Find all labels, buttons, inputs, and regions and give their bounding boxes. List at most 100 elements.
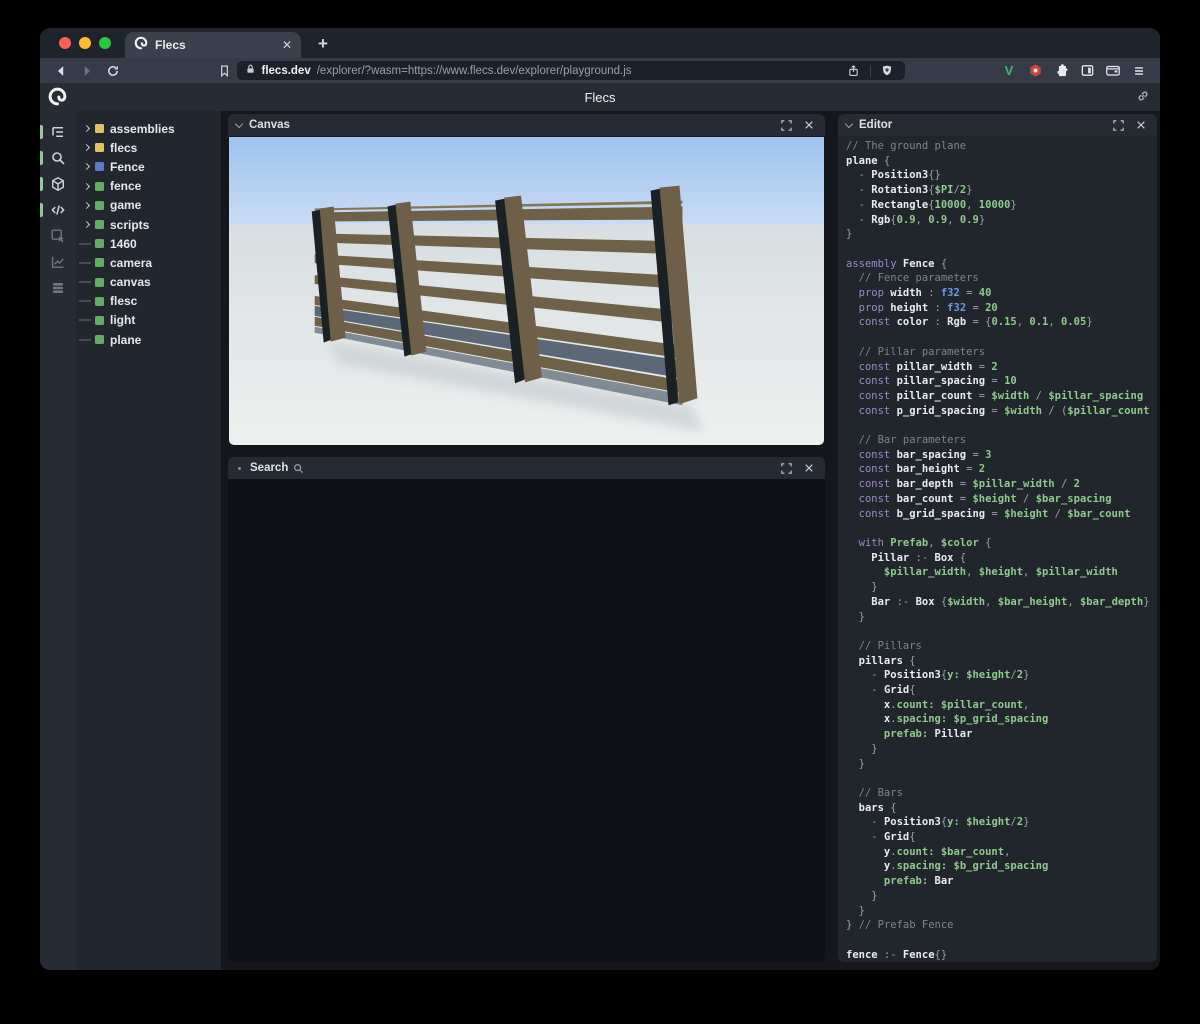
tree-item-label: flesc: [110, 294, 137, 308]
sidebar-icon-inspect[interactable]: [40, 223, 76, 249]
tree-item-plane[interactable]: plane: [80, 330, 221, 349]
tree-guide-line: [80, 281, 93, 283]
divider: [870, 65, 871, 77]
editor-panel-header[interactable]: Editor: [838, 114, 1157, 136]
tree-item-Fence[interactable]: Fence: [80, 157, 221, 176]
fence-render: [229, 137, 824, 445]
tree-item-label: light: [110, 313, 135, 327]
share-link-icon[interactable]: [1136, 89, 1150, 108]
code-line: const pillar_count = $width / $pillar_sp…: [846, 389, 1157, 404]
tree-item-label: scripts: [110, 218, 149, 232]
fullscreen-icon[interactable]: [778, 117, 794, 133]
flecs-logo-icon: [48, 87, 67, 111]
close-icon[interactable]: [801, 117, 817, 133]
expand-chevron-icon[interactable]: [80, 126, 93, 131]
new-tab-button[interactable]: +: [318, 34, 328, 54]
search-results-area[interactable]: [228, 479, 825, 962]
entity-color-swatch: [95, 316, 104, 325]
tab-favicon-flecs-icon: [134, 36, 148, 55]
sidebar-icon-code[interactable]: [40, 197, 76, 223]
code-line: // Pillars: [846, 639, 1157, 654]
code-line: // The ground plane: [846, 139, 1157, 154]
main-content: assembliesflecs Fence fencegame scripts 1460…: [40, 111, 1160, 970]
close-icon[interactable]: [801, 460, 817, 476]
tree-item-scripts[interactable]: scripts: [80, 215, 221, 234]
code-line: prop width : f32 = 40: [846, 286, 1157, 301]
canvas-3d-view[interactable]: [228, 136, 825, 446]
extension-badge-icon[interactable]: [1025, 61, 1045, 81]
code-line: prop height : f32 = 20: [846, 301, 1157, 316]
expand-chevron-icon[interactable]: [80, 222, 93, 227]
code-line: const color : Rgb = {0.15, 0.1, 0.05}: [846, 315, 1157, 330]
sidebar-icon-queries[interactable]: [40, 275, 76, 301]
tree-item-label: camera: [110, 256, 152, 270]
forward-icon[interactable]: [77, 61, 97, 81]
code-line: y.spacing: $b_grid_spacing: [846, 859, 1157, 874]
sidebar-icon-stats[interactable]: [40, 249, 76, 275]
tree-item-canvas[interactable]: canvas: [80, 273, 221, 292]
tree-item-label: Fence: [110, 160, 145, 174]
share-icon[interactable]: [844, 61, 864, 81]
expand-chevron-icon[interactable]: [80, 164, 93, 169]
search-magnifier-icon: [293, 463, 304, 474]
entity-color-swatch: [95, 297, 104, 306]
tree-item-camera[interactable]: camera: [80, 253, 221, 272]
sidebar-icon-tree-view[interactable]: [40, 119, 76, 145]
fullscreen-icon[interactable]: [778, 460, 794, 476]
code-line: y.count: $bar_count,: [846, 845, 1157, 860]
code-line: [846, 521, 1157, 536]
back-icon[interactable]: [51, 61, 71, 81]
bookmark-icon[interactable]: [218, 64, 231, 78]
expand-chevron-icon[interactable]: [80, 184, 93, 189]
collapse-dot-icon[interactable]: [238, 467, 241, 470]
tree-item-flesc[interactable]: flesc: [80, 292, 221, 311]
tree-item-assemblies[interactable]: assemblies: [80, 119, 221, 138]
canvas-panel-header[interactable]: Canvas: [228, 114, 825, 136]
browser-tab[interactable]: Flecs ✕: [125, 32, 301, 58]
code-line: [846, 771, 1157, 786]
code-area[interactable]: // The ground planeplane { - Position3{}…: [838, 136, 1157, 962]
tree-item-fence[interactable]: fence: [80, 177, 221, 196]
code-line: const b_grid_spacing = $height / $bar_co…: [846, 507, 1157, 522]
code-line: const bar_count = $height / $bar_spacing: [846, 492, 1157, 507]
sidebar-icon-search[interactable]: [40, 145, 76, 171]
chevron-down-icon[interactable]: [845, 119, 853, 127]
entity-color-swatch: [95, 258, 104, 267]
close-icon[interactable]: [1133, 117, 1149, 133]
menu-icon[interactable]: [1129, 61, 1149, 81]
sidebar-toggle-icon[interactable]: [1077, 61, 1097, 81]
zoom-window-button[interactable]: [99, 37, 111, 49]
tree-item-light[interactable]: light: [80, 311, 221, 330]
code-line: const pillar_width = 2: [846, 360, 1157, 375]
brave-shield-icon[interactable]: [877, 61, 897, 81]
tab-title: Flecs: [155, 38, 275, 52]
code-line: Pillar :- Box {: [846, 551, 1157, 566]
code-line: const pillar_spacing = 10: [846, 374, 1157, 389]
code-line: - Position3{y: $height/2}: [846, 815, 1157, 830]
tree-item-1460[interactable]: 1460: [80, 234, 221, 253]
vue-devtools-icon[interactable]: V: [999, 61, 1019, 81]
minimize-window-button[interactable]: [79, 37, 91, 49]
expand-chevron-icon[interactable]: [80, 145, 93, 150]
reload-icon[interactable]: [103, 61, 123, 81]
tree-item-flecs[interactable]: flecs: [80, 138, 221, 157]
chevron-down-icon[interactable]: [235, 119, 243, 127]
code-line: x.count: $pillar_count,: [846, 698, 1157, 713]
tab-close-icon[interactable]: ✕: [282, 39, 292, 51]
wallet-icon[interactable]: [1103, 61, 1123, 81]
sidebar-icon-entities[interactable]: [40, 171, 76, 197]
code-line: // Bar parameters: [846, 433, 1157, 448]
url-bar[interactable]: flecs.dev /explorer/?wasm=https://www.fl…: [237, 61, 905, 80]
code-line: }: [846, 610, 1157, 625]
entity-color-swatch: [95, 278, 104, 287]
fullscreen-icon[interactable]: [1110, 117, 1126, 133]
tree-item-label: 1460: [110, 237, 137, 251]
extensions-puzzle-icon[interactable]: [1051, 61, 1071, 81]
entity-color-swatch: [95, 201, 104, 210]
tree-item-game[interactable]: game: [80, 196, 221, 215]
entity-color-swatch: [95, 335, 104, 344]
code-line: - Position3{}: [846, 168, 1157, 183]
search-panel-header[interactable]: Search: [228, 457, 825, 479]
expand-chevron-icon[interactable]: [80, 203, 93, 208]
close-window-button[interactable]: [59, 37, 71, 49]
